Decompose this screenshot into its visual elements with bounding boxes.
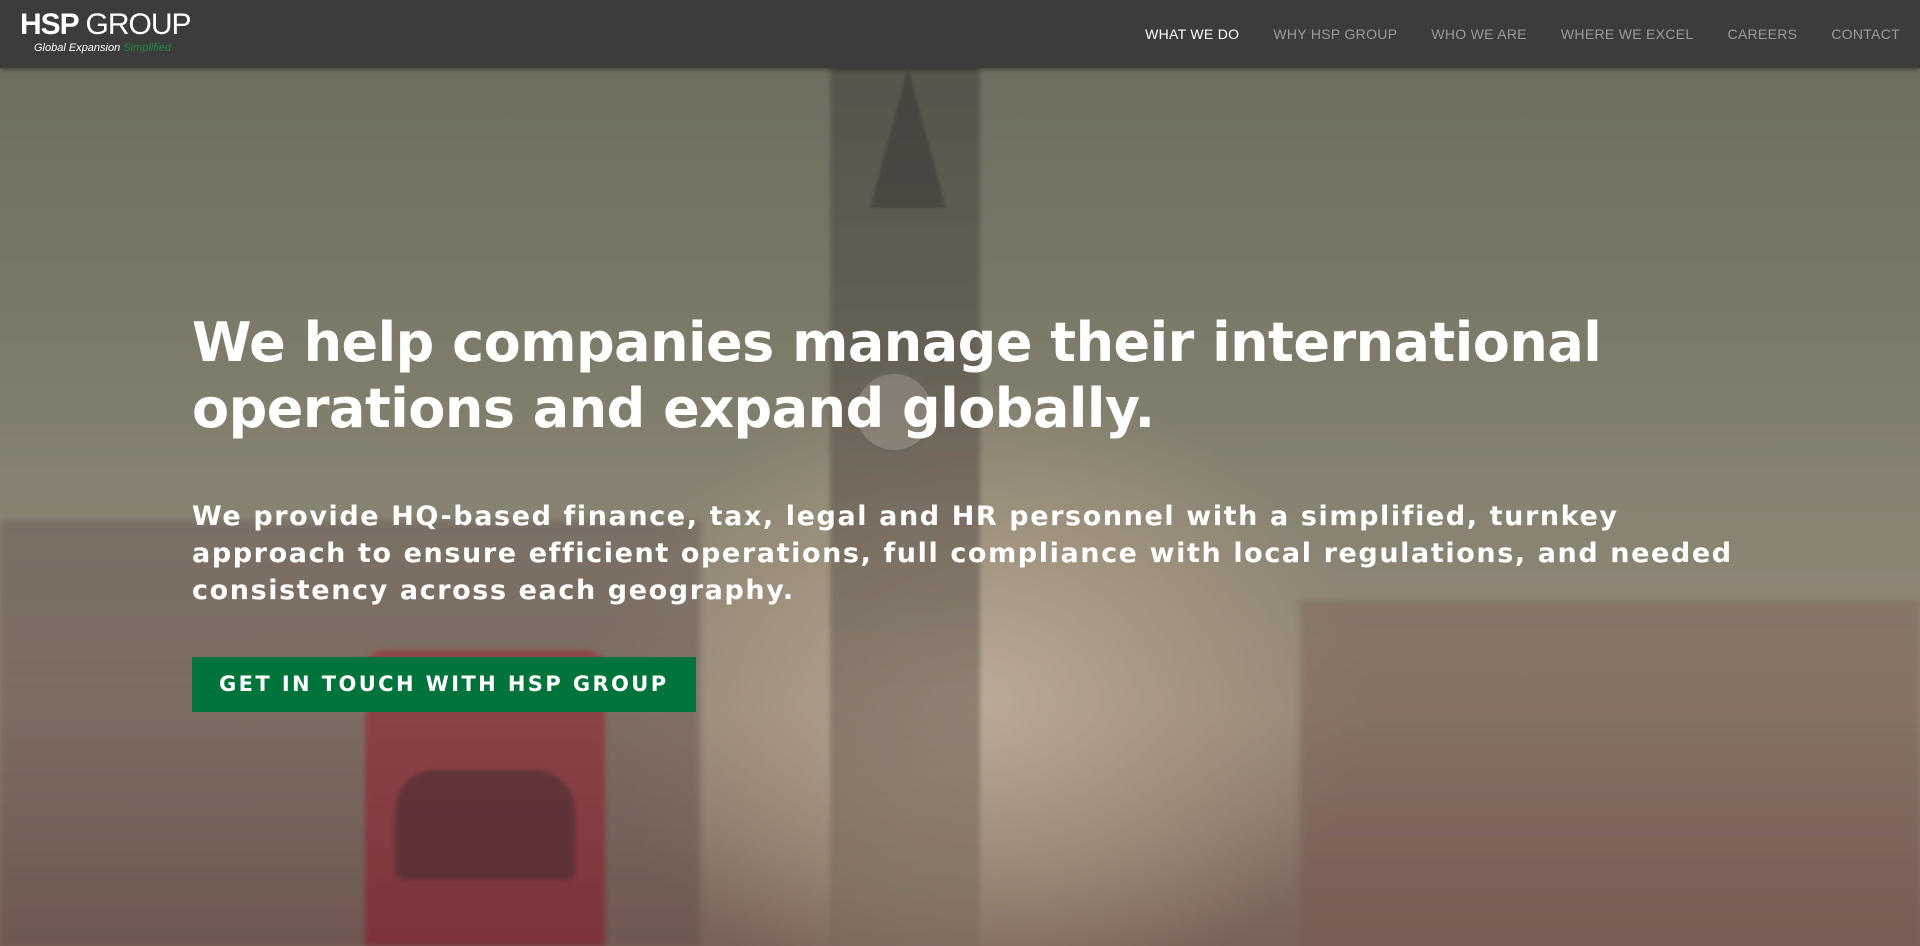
hero-subtitle: We provide HQ-based finance, tax, legal … — [192, 501, 1733, 606]
logo-tagline: Global Expansion Simplified — [34, 42, 171, 54]
nav-link-why-hsp-group[interactable]: WHY HSP GROUP — [1273, 26, 1397, 42]
nav-link-who-we-are[interactable]: WHO WE ARE — [1431, 26, 1527, 42]
logo-word-group: GROUP — [85, 8, 192, 41]
nav-link-where-we-excel[interactable]: WHERE WE EXCEL — [1561, 26, 1694, 42]
page: HSP GROUP Global Expansion Simplified WH… — [0, 0, 1920, 946]
nav-link-careers[interactable]: CAREERS — [1727, 26, 1797, 42]
get-in-touch-button[interactable]: GET IN TOUCH WITH HSP GROUP — [192, 657, 696, 712]
nav-link-contact[interactable]: CONTACT — [1831, 26, 1900, 42]
main-navigation: WHAT WE DO WHY HSP GROUP WHO WE ARE WHER… — [1145, 0, 1900, 68]
hero-title: We help companies manage their internati… — [192, 311, 1602, 440]
nav-link-what-we-do[interactable]: WHAT WE DO — [1145, 26, 1239, 42]
hero-section: We help companies manage their internati… — [192, 310, 1752, 712]
logo-tagline-white: Global Expansion — [34, 42, 121, 54]
logo-wordmark: HSP GROUP — [20, 8, 192, 42]
top-navbar: HSP GROUP Global Expansion Simplified WH… — [0, 0, 1920, 68]
logo-tagline-green: Simplified — [123, 42, 171, 54]
logo-word-hsp: HSP — [20, 8, 79, 41]
hsp-group-logo[interactable]: HSP GROUP Global Expansion Simplified — [20, 8, 200, 58]
